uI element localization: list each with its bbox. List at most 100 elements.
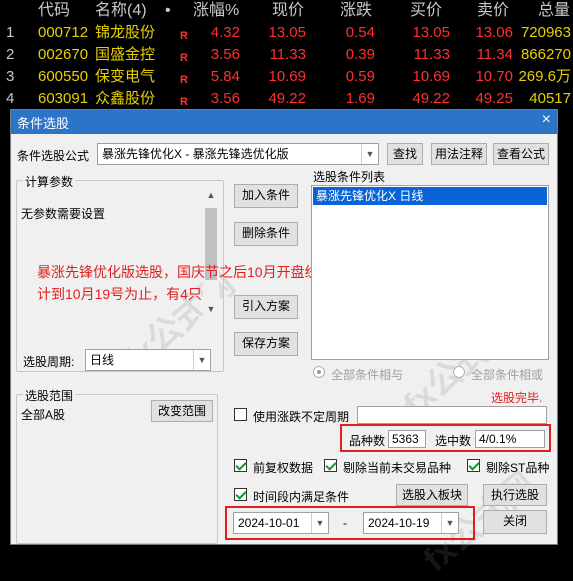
ask-price: 11.34: [476, 46, 513, 63]
header-price[interactable]: 现价: [272, 0, 304, 22]
price: 10.69: [268, 68, 306, 85]
exclude-st-label: 剔除ST品种: [486, 461, 550, 475]
uncertain-period-checkbox[interactable]: [234, 408, 247, 421]
selected-value: 4/0.1%: [475, 430, 545, 448]
period-value: 日线: [90, 353, 115, 367]
bid-price: 10.69: [412, 68, 450, 85]
delete-condition-button[interactable]: 删除条件: [234, 222, 298, 246]
condition-list[interactable]: 暴涨先锋优化X 日线: [311, 185, 549, 360]
stock-name: 保变电气: [95, 68, 156, 85]
chevron-down-icon: ▼: [193, 350, 210, 370]
header-bid[interactable]: 买价: [410, 0, 442, 22]
period-condition-checkbox[interactable]: [234, 488, 247, 501]
exclude-st-checkbox[interactable]: [467, 459, 480, 472]
usage-notes-button[interactable]: 用法注释: [431, 143, 487, 165]
annotation-line-1: 暴涨先锋优化版选股，国庆节之后10月开盘统: [37, 264, 319, 280]
formula-select[interactable]: 暴涨先锋优化X - 暴涨先锋选优化版 ▼: [97, 143, 379, 165]
ask-price: 10.70: [475, 68, 513, 85]
find-button[interactable]: 查找: [387, 143, 423, 165]
radio-or-label: 全部条件相或: [471, 368, 544, 382]
add-condition-button[interactable]: 加入条件: [234, 184, 298, 208]
stock-name: 众鑫股份: [95, 90, 156, 107]
date-from-value: 2024-10-01: [238, 516, 300, 530]
chevron-down-icon: ▼: [311, 513, 328, 533]
header-pct[interactable]: 涨幅%: [193, 0, 239, 22]
uncertain-period-input[interactable]: [357, 406, 547, 424]
adjust-data-checkbox[interactable]: [234, 459, 247, 472]
scroll-down-icon[interactable]: ▼: [203, 304, 219, 314]
count-label: 品种数: [349, 434, 386, 448]
price: 49.22: [268, 90, 306, 107]
chevron-down-icon: ▼: [441, 513, 458, 533]
chevron-down-icon: ▼: [361, 144, 378, 164]
condition-list-item[interactable]: 暴涨先锋优化X 日线: [313, 187, 547, 205]
close-button[interactable]: 关闭: [483, 510, 547, 534]
table-row[interactable]: 1 000712 锦龙股份 R 4.32 13.05 0.54 13.05 13…: [0, 22, 573, 44]
scroll-up-icon[interactable]: ▲: [203, 190, 219, 200]
change-pct: 3.56: [210, 46, 240, 63]
view-formula-button[interactable]: 查看公式: [493, 143, 549, 165]
header-vol[interactable]: 总量: [538, 0, 570, 22]
bid-price: 13.05: [412, 24, 450, 41]
change: 0.59: [345, 68, 375, 85]
params-group-label: 计算参数: [23, 173, 76, 190]
change-pct: 4.32: [210, 24, 240, 41]
table-row[interactable]: 3 600550 保变电气 R 5.84 10.69 0.59 10.69 10…: [0, 66, 573, 88]
save-scheme-button[interactable]: 保存方案: [234, 332, 298, 356]
date-separator: -: [343, 516, 347, 530]
adjust-data-label: 前复权数据: [253, 461, 314, 475]
dialog-titlebar[interactable]: 条件选股 ×: [11, 110, 557, 134]
change: 0.39: [345, 46, 375, 63]
row-index: 4: [6, 90, 15, 107]
price: 11.33: [269, 46, 306, 63]
period-select[interactable]: 日线 ▼: [85, 349, 211, 371]
stock-code: 002670: [38, 46, 89, 63]
table-row[interactable]: 4 603091 众鑫股份 R 3.56 49.22 1.69 49.22 49…: [0, 88, 573, 110]
stock-code: 600550: [38, 68, 89, 85]
header-name[interactable]: 名称(4): [95, 0, 147, 22]
row-index: 3: [6, 68, 15, 85]
date-to-picker[interactable]: 2024-10-19 ▼: [363, 512, 459, 534]
close-icon[interactable]: ×: [542, 111, 551, 129]
execute-select-button[interactable]: 执行选股: [483, 484, 547, 506]
table-header: 代码 名称(4) • 涨幅% 现价 涨跌 买价 卖价 总量: [0, 0, 573, 22]
radio-and[interactable]: [313, 366, 325, 378]
selected-label: 选中数: [435, 434, 472, 448]
period-label: 选股周期:: [23, 355, 75, 369]
header-chg[interactable]: 涨跌: [340, 0, 372, 22]
ask-price: 13.06: [475, 24, 513, 41]
radio-or[interactable]: [453, 366, 465, 378]
change: 0.54: [345, 24, 375, 41]
change-pct: 5.84: [210, 68, 240, 85]
change-pct: 3.56: [210, 90, 240, 107]
dialog-title: 条件选股: [17, 116, 70, 131]
range-value: 全部A股: [21, 408, 66, 422]
volume: 269.6万: [518, 68, 571, 85]
params-scrollbar[interactable]: ▲ ▼: [203, 190, 219, 320]
formula-value: 暴涨先锋优化X - 暴涨先锋选优化版: [102, 147, 289, 161]
stock-code: 000712: [38, 24, 89, 41]
row-index: 2: [6, 46, 15, 63]
row-index: 1: [6, 24, 15, 41]
stock-name: 锦龙股份: [95, 24, 156, 41]
date-from-picker[interactable]: 2024-10-01 ▼: [233, 512, 329, 534]
condition-select-dialog: 条件选股 × fx公式网 fx公式网 fx公式网 条件选股公式 暴涨先锋优化X …: [10, 109, 558, 579]
header-code[interactable]: 代码: [38, 0, 70, 22]
header-ask[interactable]: 卖价: [477, 0, 509, 22]
period-condition-label: 时间段内满足条件: [253, 490, 350, 504]
table-row[interactable]: 2 002670 国盛金控 R 3.56 11.33 0.39 11.33 11…: [0, 44, 573, 66]
uncertain-period-label: 使用涨跌不定周期: [253, 410, 350, 424]
exclude-untraded-label: 剔除当前未交易品种: [343, 461, 452, 475]
exclude-untraded-checkbox[interactable]: [324, 459, 337, 472]
count-value: 5363: [388, 430, 426, 448]
volume: 720963: [520, 24, 571, 41]
price: 13.05: [268, 24, 306, 41]
stock-name: 国盛金控: [95, 46, 156, 63]
range-group-label: 选股范围: [23, 387, 76, 404]
stock-code: 603091: [38, 90, 89, 107]
params-text: 无参数需要设置: [21, 207, 106, 221]
add-to-block-button[interactable]: 选股入板块: [396, 484, 468, 506]
change-range-button[interactable]: 改变范围: [151, 400, 213, 422]
import-scheme-button[interactable]: 引入方案: [234, 295, 298, 319]
volume: 866270: [520, 46, 571, 63]
